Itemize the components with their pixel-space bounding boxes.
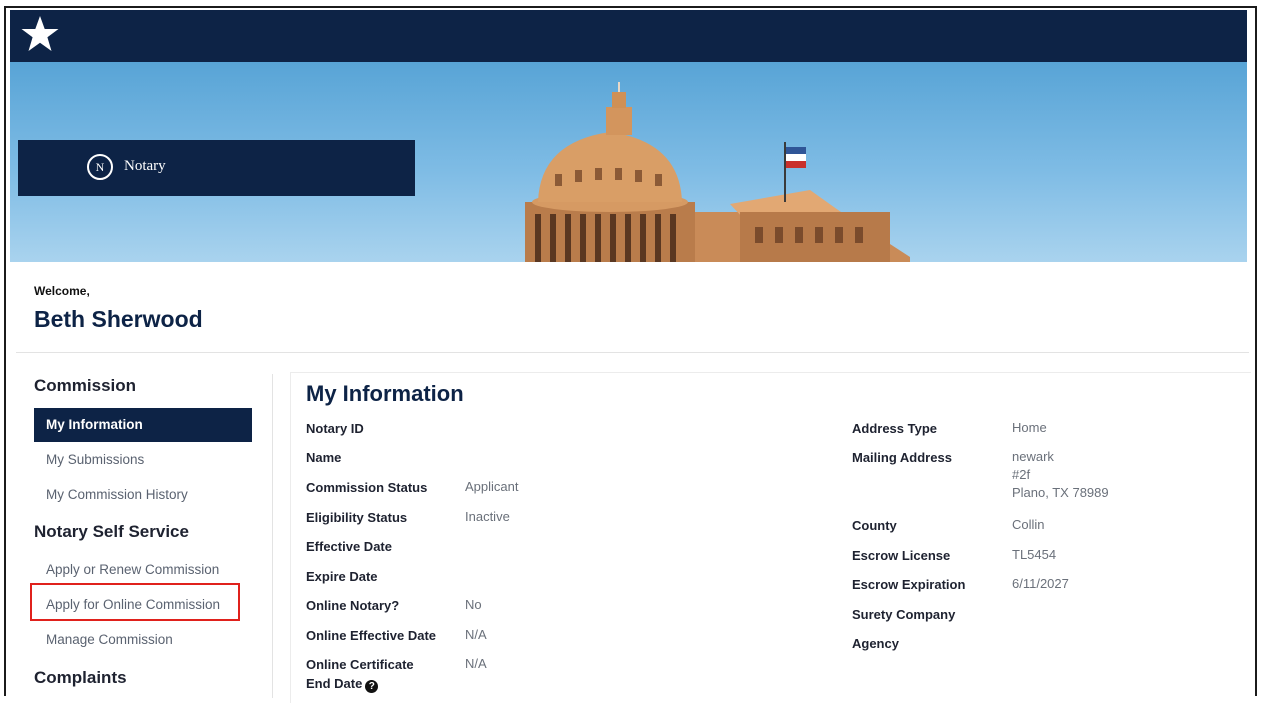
star-icon[interactable]: [20, 14, 60, 54]
field-value-address-type: Home: [1012, 420, 1047, 435]
field-label-end-date: End Date: [306, 676, 363, 691]
field-label-escrow-expiration: Escrow Expiration: [852, 577, 966, 592]
field-label-effective-date: Effective Date: [306, 539, 392, 554]
field-label-online-effective-date: Online Effective Date: [306, 628, 437, 643]
page-title: My Information: [306, 381, 464, 406]
sidebar-item-manage-commission[interactable]: Manage Commission: [34, 623, 252, 657]
field-value-commission-status: Applicant: [465, 479, 519, 494]
field-value-online-notary: No: [465, 597, 482, 612]
top-nav-bar: [10, 10, 1247, 62]
field-label-county: County: [852, 518, 897, 533]
field-label-eligibility-status: Eligibility Status: [306, 510, 408, 525]
field-label-mailing-address: Mailing Address: [852, 450, 952, 465]
user-name: Beth Sherwood: [34, 306, 203, 332]
sidebar-item-my-commission-history[interactable]: My Commission History: [34, 478, 252, 512]
portal-name: Notary: [124, 158, 166, 174]
field-value-mailing-address-line1: newark: [1012, 449, 1054, 464]
field-value-online-effective-date: N/A: [465, 627, 487, 642]
highlight-box: [30, 583, 240, 621]
field-label-notary-id: Notary ID: [306, 421, 364, 436]
sidebar-item-my-information[interactable]: My Information: [34, 408, 252, 442]
notary-circle-icon: N: [87, 154, 113, 180]
sidebar-heading-notary-self-service: Notary Self Service: [34, 522, 189, 541]
field-value-escrow-license: TL5454: [1012, 547, 1057, 562]
field-value-mailing-address-line3: Plano, TX 78989: [1012, 485, 1109, 500]
info-panel: [290, 372, 1251, 703]
help-icon[interactable]: ?: [365, 680, 379, 693]
field-label-expire-date: Expire Date: [306, 569, 378, 584]
field-value-mailing-address-line2: #2f: [1012, 467, 1031, 482]
field-label-surety-company: Surety Company: [852, 607, 956, 622]
field-label-online-certificate-line2: End Date?: [306, 674, 379, 693]
field-label-escrow-license: Escrow License: [852, 548, 951, 563]
field-label-agency: Agency: [852, 636, 899, 651]
field-label-online-notary: Online Notary?: [306, 598, 400, 613]
sidebar-item-apply-or-renew[interactable]: Apply or Renew Commission: [34, 553, 252, 587]
field-value-escrow-expiration: 6/11/2027: [1012, 576, 1069, 591]
sidebar-divider: [272, 374, 273, 698]
portal-brand[interactable]: N Notary: [18, 140, 415, 196]
sidebar-heading-complaints: Complaints: [34, 668, 127, 687]
field-label-online-certificate: Online Certificate: [306, 657, 414, 672]
field-value-online-certificate-end-date: N/A: [465, 656, 487, 671]
divider: [16, 352, 1249, 353]
field-value-county: Collin: [1012, 517, 1045, 532]
field-label-address-type: Address Type: [852, 421, 938, 436]
field-label-name: Name: [306, 450, 342, 465]
sidebar-item-my-submissions[interactable]: My Submissions: [34, 443, 252, 477]
sidebar-heading-commission: Commission: [34, 376, 137, 395]
field-label-commission-status: Commission Status: [306, 480, 428, 495]
field-value-eligibility-status: Inactive: [465, 509, 510, 524]
flag-icon: [786, 147, 806, 168]
welcome-greeting: Welcome,: [34, 284, 90, 298]
